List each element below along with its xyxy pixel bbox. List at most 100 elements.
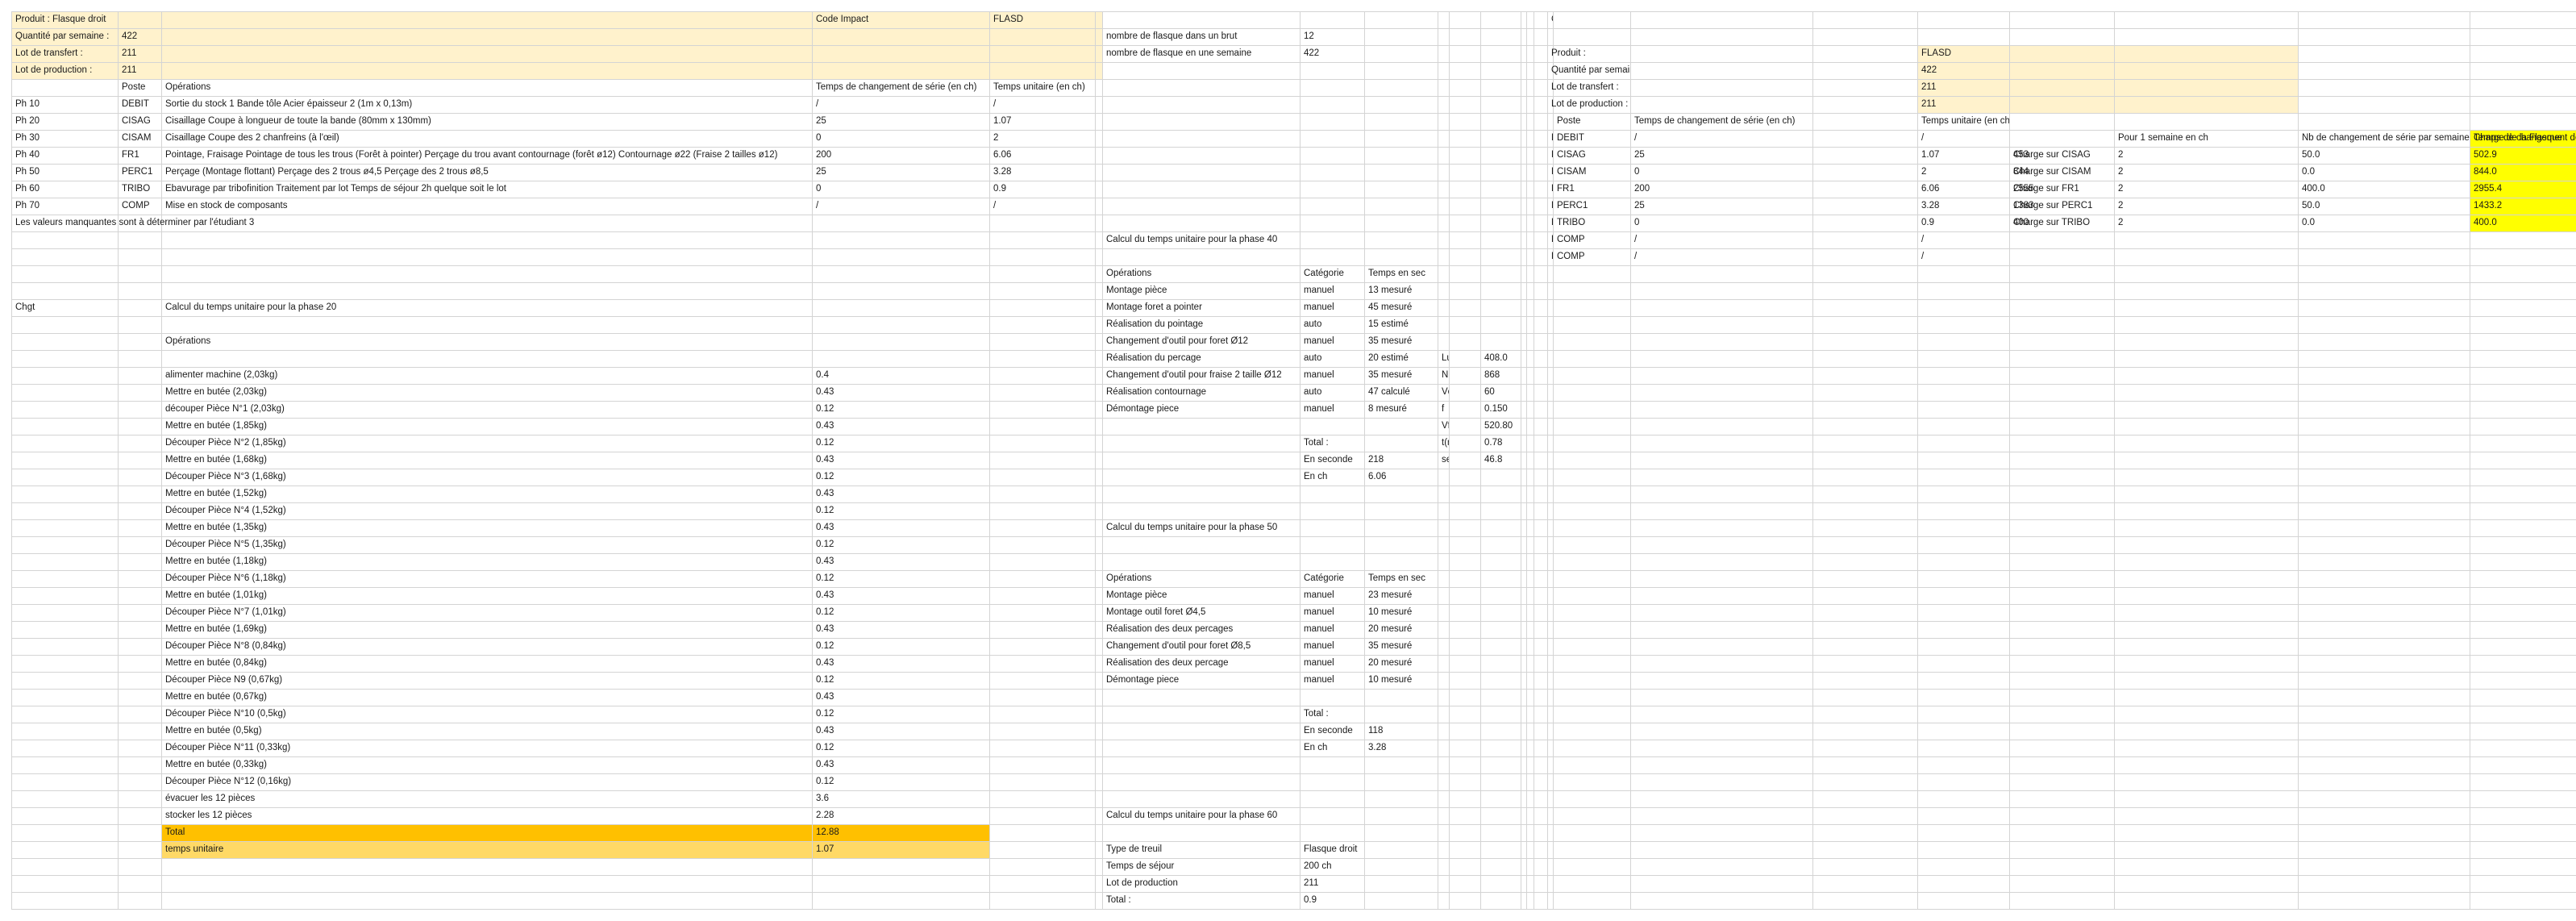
phase20-time[interactable]: 0.43 bbox=[812, 452, 989, 469]
phase20-time[interactable]: 0.12 bbox=[812, 435, 989, 452]
phase50-header[interactable]: Temps en sec bbox=[1364, 570, 1438, 587]
charge-unit-time[interactable]: 0.9 bbox=[1917, 215, 2009, 231]
phase50-ch-value[interactable]: 3.28 bbox=[1364, 740, 1438, 756]
charge-unit-time[interactable]: 3.28 bbox=[1917, 198, 2009, 215]
charge-changeover[interactable]: 0 bbox=[1630, 164, 1812, 181]
charge-phase-id[interactable]: Ph 40 bbox=[1547, 181, 1553, 198]
phase50-cell[interactable]: manuel bbox=[1300, 621, 1364, 638]
charge-poste[interactable]: PERC1 bbox=[1553, 198, 1630, 215]
charge-nb-changes[interactable]: 2 bbox=[2114, 181, 2298, 198]
phase-id[interactable]: Ph 60 bbox=[11, 181, 118, 198]
phase40-param-value[interactable]: 46.8 bbox=[1480, 452, 1521, 469]
phase50-cell[interactable]: Montage pièce bbox=[1102, 587, 1300, 604]
phase20-time[interactable]: 0.12 bbox=[812, 570, 989, 587]
phase20-time[interactable]: 0.4 bbox=[812, 367, 989, 384]
phase-poste[interactable]: COMP bbox=[118, 198, 161, 215]
charge-flasque-value[interactable]: 2955.4 bbox=[2470, 181, 2576, 198]
charge-changeover-total[interactable]: 0.0 bbox=[2298, 215, 2470, 231]
phase-poste[interactable]: DEBIT bbox=[118, 96, 161, 113]
charge-week[interactable]: 844 bbox=[2009, 164, 2114, 181]
phase20-time[interactable]: 0.12 bbox=[812, 536, 989, 553]
charge-product-label[interactable]: Produit : bbox=[1547, 45, 1630, 62]
phase40-param-name[interactable]: N bbox=[1438, 367, 1449, 384]
phase40-cell[interactable]: Réalisation contournage bbox=[1102, 384, 1300, 401]
phase20-time[interactable]: 3.6 bbox=[812, 790, 989, 807]
phase20-op[interactable]: Mettre en butée (1,69kg) bbox=[161, 621, 812, 638]
phase40-title[interactable]: Calcul du temps unitaire pour la phase 4… bbox=[1102, 231, 1364, 248]
lot-value[interactable]: 211 bbox=[118, 62, 161, 79]
phase40-header[interactable]: Temps en sec bbox=[1364, 265, 1438, 282]
phase20-op[interactable]: Mettre en butée (0,84kg) bbox=[161, 655, 812, 672]
phase-unit-time[interactable]: 1.07 bbox=[989, 113, 1095, 130]
phase-changeover[interactable]: / bbox=[812, 96, 989, 113]
phase-changeover[interactable]: 0 bbox=[812, 181, 989, 198]
charge-transfer-value[interactable]: 211 bbox=[1917, 79, 2009, 96]
charge-poste[interactable]: TRIBO bbox=[1553, 215, 1630, 231]
phase-operation[interactable]: Perçage (Montage flottant) Perçage des 2… bbox=[161, 164, 812, 181]
phases-header[interactable]: Temps unitaire (en ch) bbox=[989, 79, 1095, 96]
charge-changeover[interactable]: / bbox=[1630, 248, 1812, 265]
charge-nb-changes[interactable]: 2 bbox=[2114, 147, 2298, 164]
phase40-sec-value[interactable]: 218 bbox=[1364, 452, 1438, 469]
charge-header[interactable]: Temps unitaire (en ch) bbox=[1917, 113, 2009, 130]
charge-changeover-total[interactable]: 50.0 bbox=[2298, 147, 2470, 164]
charge-header2[interactable]: Nb de changement de série par semaine bbox=[2298, 130, 2470, 147]
phase40-param-name[interactable]: f bbox=[1438, 401, 1449, 418]
phase20-op[interactable]: découper Pièce N°1 (2,03kg) bbox=[161, 401, 812, 418]
phase40-cell[interactable]: auto bbox=[1300, 384, 1364, 401]
phase20-time[interactable]: 2.28 bbox=[812, 807, 989, 824]
charge-phase-id[interactable]: Ph 50 bbox=[1547, 198, 1553, 215]
charge-poste[interactable]: CISAG bbox=[1553, 147, 1630, 164]
phase40-cell[interactable]: 45 mesuré bbox=[1364, 299, 1438, 316]
charge-week[interactable]: 2555 bbox=[2009, 181, 2114, 198]
phase60-label[interactable]: Lot de production bbox=[1102, 875, 1300, 892]
phase-unit-time[interactable]: 2 bbox=[989, 130, 1095, 147]
charge-week[interactable]: 453 bbox=[2009, 147, 2114, 164]
phase-operation[interactable]: Mise en stock de composants bbox=[161, 198, 812, 215]
charge-phase-id[interactable]: Ph 30 bbox=[1547, 164, 1553, 181]
phase20-op[interactable]: Mettre en butée (1,01kg) bbox=[161, 587, 812, 604]
phase-poste[interactable]: FR1 bbox=[118, 147, 161, 164]
phase20-op[interactable]: Mettre en butée (0,33kg) bbox=[161, 756, 812, 773]
charge-changeover-total[interactable]: 0.0 bbox=[2298, 164, 2470, 181]
charge-phase-id[interactable]: Ph 70 bbox=[1547, 231, 1553, 248]
phase-unit-time[interactable]: / bbox=[989, 198, 1095, 215]
phase20-op[interactable]: Découper Pièce N°6 (1,18kg) bbox=[161, 570, 812, 587]
phase20-time[interactable]: 0.43 bbox=[812, 655, 989, 672]
phase-changeover[interactable]: 25 bbox=[812, 113, 989, 130]
phase20-op[interactable]: Découper Pièce N°11 (0,33kg) bbox=[161, 740, 812, 756]
phase50-cell[interactable]: manuel bbox=[1300, 587, 1364, 604]
phase40-cell[interactable]: 35 mesuré bbox=[1364, 367, 1438, 384]
phase50-cell[interactable]: Montage outil foret Ø4,5 bbox=[1102, 604, 1300, 621]
phase50-total-label[interactable]: Total : bbox=[1300, 706, 1364, 723]
phase-changeover[interactable]: 0 bbox=[812, 130, 989, 147]
phase-id[interactable]: Ph 10 bbox=[11, 96, 118, 113]
phase-id[interactable]: Ph 50 bbox=[11, 164, 118, 181]
phase40-cell[interactable]: 8 mesuré bbox=[1364, 401, 1438, 418]
phase40-cell[interactable]: Changement d'outil pour foret Ø12 bbox=[1102, 333, 1300, 350]
charge-poste[interactable]: CISAM bbox=[1553, 164, 1630, 181]
phase-changeover[interactable]: 200 bbox=[812, 147, 989, 164]
charge-unit-time[interactable]: / bbox=[1917, 130, 2009, 147]
phase20-op[interactable]: Découper Pièce N°3 (1,68kg) bbox=[161, 469, 812, 486]
phase20-op[interactable]: Découper Pièce N°8 (0,84kg) bbox=[161, 638, 812, 655]
charge-flasque-value[interactable]: 400.0 bbox=[2470, 215, 2576, 231]
phase20-time[interactable]: 0.43 bbox=[812, 621, 989, 638]
phase50-ch-label[interactable]: En ch bbox=[1300, 740, 1364, 756]
phase40-header[interactable]: Opérations bbox=[1102, 265, 1300, 282]
phase40-total-label[interactable]: Total : bbox=[1300, 435, 1364, 452]
phase-changeover[interactable]: 25 bbox=[812, 164, 989, 181]
charge-transfer-label[interactable]: Lot de transfert : bbox=[1547, 79, 1630, 96]
phase20-time[interactable]: 0.12 bbox=[812, 773, 989, 790]
phase50-cell[interactable]: 20 mesuré bbox=[1364, 655, 1438, 672]
phase20-time[interactable]: 0.43 bbox=[812, 587, 989, 604]
phase50-cell[interactable]: 23 mesuré bbox=[1364, 587, 1438, 604]
charge-header[interactable]: Temps de changement de série (en ch) bbox=[1630, 113, 1812, 130]
phase50-cell[interactable]: 35 mesuré bbox=[1364, 638, 1438, 655]
code-impact-header[interactable]: Code Impact bbox=[812, 11, 989, 28]
phase-poste[interactable]: TRIBO bbox=[118, 181, 161, 198]
phase20-op[interactable]: Mettre en butée (0,67kg) bbox=[161, 689, 812, 706]
phase20-total-label[interactable]: Total bbox=[161, 824, 812, 841]
phase40-header[interactable]: Catégorie bbox=[1300, 265, 1364, 282]
charge-lot-value[interactable]: 211 bbox=[1917, 96, 2009, 113]
